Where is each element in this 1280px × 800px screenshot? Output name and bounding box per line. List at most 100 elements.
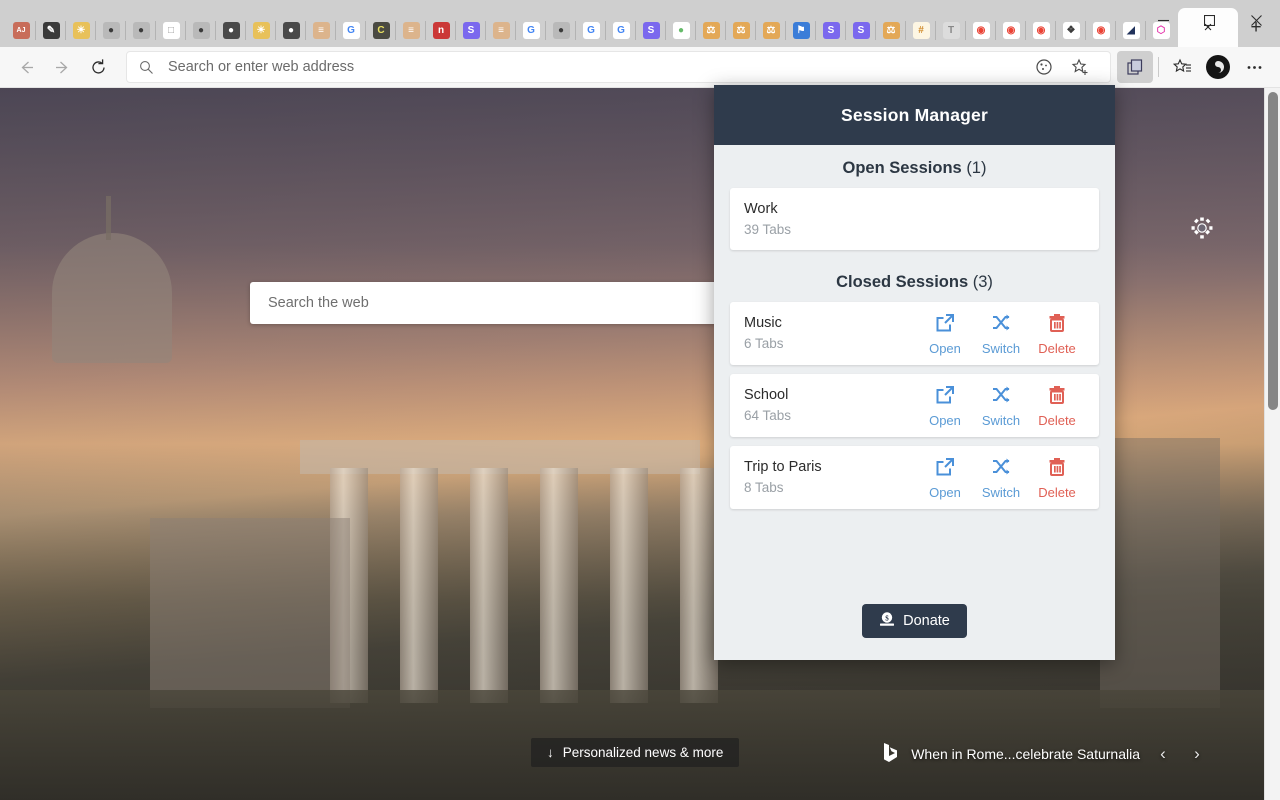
tab-26[interactable]: ⚑ — [786, 14, 816, 47]
npm-icon: n — [432, 22, 450, 39]
tab-0[interactable]: AJ — [6, 14, 36, 47]
session-info: Trip to Paris 8 Tabs — [744, 457, 917, 498]
trash-icon — [1046, 312, 1068, 339]
tab-29[interactable]: ⚖ — [876, 14, 906, 47]
tab-18[interactable]: ● — [546, 14, 576, 47]
github-icon: ● — [132, 22, 150, 39]
tab-12[interactable]: C — [366, 14, 396, 47]
switch-action-label: Switch — [981, 413, 1021, 428]
hash-icon: # — [912, 22, 930, 39]
tab-2[interactable]: ☀ — [66, 14, 96, 47]
avatar — [1206, 55, 1230, 79]
closed-sessions-list: Music 6 Tabs Open Switch Delete School 64 Tabs… — [730, 302, 1099, 509]
session-info: Music 6 Tabs — [744, 313, 917, 354]
next-image-button[interactable]: › — [1186, 741, 1208, 767]
column-shape — [680, 468, 718, 703]
tab-10[interactable]: ≡ — [306, 14, 336, 47]
ghost-icon: ● — [222, 22, 240, 39]
tab-19[interactable]: G — [576, 14, 606, 47]
session-tab-count: 64 Tabs — [744, 408, 792, 424]
google-icon: G — [612, 22, 630, 39]
tab-4[interactable]: ● — [126, 14, 156, 47]
switch-action[interactable]: Switch — [973, 312, 1029, 355]
tab-9[interactable]: ● — [276, 14, 306, 47]
tab-23[interactable]: ⚖ — [696, 14, 726, 47]
tab-14[interactable]: n — [426, 14, 456, 47]
tab-20[interactable]: G — [606, 14, 636, 47]
tab-7[interactable]: ● — [216, 14, 246, 47]
tab-22[interactable]: ● — [666, 14, 696, 47]
donate-button[interactable]: $ Donate — [862, 604, 967, 638]
tab-16[interactable]: ≡ — [486, 14, 516, 47]
session-card[interactable]: Trip to Paris 8 Tabs Open Switch Delete — [730, 446, 1099, 509]
delete-action[interactable]: Delete — [1029, 456, 1085, 499]
prev-image-button[interactable]: ‹ — [1152, 741, 1174, 767]
profile-button[interactable] — [1200, 51, 1236, 83]
delete-action[interactable]: Delete — [1029, 312, 1085, 355]
tab-36[interactable]: ◉ — [1086, 14, 1116, 47]
tab-11[interactable]: G — [336, 14, 366, 47]
dome-shape — [52, 233, 172, 363]
tab-13[interactable]: ≡ — [396, 14, 426, 47]
gear-icon[interactable] — [1186, 212, 1218, 244]
session-card[interactable]: School 64 Tabs Open Switch Delete — [730, 374, 1099, 437]
back-button[interactable] — [8, 51, 44, 83]
session-manager-panel: Session Manager Open Sessions (1) Work 39… — [714, 85, 1115, 660]
tab-34[interactable]: ◉ — [1026, 14, 1056, 47]
personalized-news-button[interactable]: ↓ Personalized news & more — [531, 738, 740, 767]
open-action[interactable]: Open — [917, 312, 973, 355]
lock-sun-icon: ☀ — [72, 22, 90, 39]
minimize-button[interactable] — [1140, 0, 1186, 40]
tab-17[interactable]: G — [516, 14, 546, 47]
tab-3[interactable]: ● — [96, 14, 126, 47]
tab-28[interactable]: S — [846, 14, 876, 47]
tab-8[interactable]: ☀ — [246, 14, 276, 47]
tab-21[interactable]: S — [636, 14, 666, 47]
session-manager-extension-button[interactable] — [1117, 51, 1153, 83]
tab-5[interactable]: □ — [156, 14, 186, 47]
switch-action-label: Switch — [981, 341, 1021, 356]
settings-and-more-button[interactable] — [1236, 51, 1272, 83]
scrollbar-thumb[interactable] — [1268, 92, 1278, 410]
switch-action[interactable]: Switch — [973, 384, 1029, 427]
tab-32[interactable]: ◉ — [966, 14, 996, 47]
title-bar: AJ ✎ ☀ ● ● □ ● ● ☀ ● ≡ G C ≡ n S ≡ G ● G G S ● ⚖ ⚖ ⚖ ⚑ S S ⚖ # T ◉ ◉ ◉ ❖ ◉ ◢ ⬡… — [0, 0, 1280, 47]
tab-35[interactable]: ❖ — [1056, 14, 1086, 47]
tab-27[interactable]: S — [816, 14, 846, 47]
tab-6[interactable]: ● — [186, 14, 216, 47]
spire-shape — [106, 196, 111, 240]
tracking-prevention-icon[interactable] — [1026, 51, 1062, 83]
tab-1[interactable]: ✎ — [36, 14, 66, 47]
tab-33[interactable]: ◉ — [996, 14, 1026, 47]
page-scrollbar[interactable] — [1264, 88, 1280, 800]
maximize-button[interactable] — [1186, 0, 1232, 40]
open-action[interactable]: Open — [917, 456, 973, 499]
tab-31[interactable]: T — [936, 14, 966, 47]
tab-25[interactable]: ⚖ — [756, 14, 786, 47]
switch-action[interactable]: Switch — [973, 456, 1029, 499]
column-shape — [610, 468, 648, 703]
forward-button[interactable] — [44, 51, 80, 83]
column-shape — [540, 468, 578, 703]
panel-footer: $ Donate — [714, 582, 1115, 660]
trash-icon — [1046, 384, 1068, 411]
refresh-button[interactable] — [80, 51, 116, 83]
tab-15[interactable]: S — [456, 14, 486, 47]
lock-sun-icon: ☀ — [252, 22, 270, 39]
chrome-icon: ◉ — [972, 22, 990, 39]
tab-30[interactable]: # — [906, 14, 936, 47]
favorites-button[interactable] — [1164, 51, 1200, 83]
shuffle-icon — [990, 312, 1012, 339]
address-bar[interactable]: Search or enter web address — [126, 51, 1111, 83]
trash-icon — [1046, 456, 1068, 483]
delete-action[interactable]: Delete — [1029, 384, 1085, 427]
add-favorite-icon[interactable] — [1062, 51, 1098, 83]
external-link-icon — [934, 312, 956, 339]
session-card[interactable]: Music 6 Tabs Open Switch Delete — [730, 302, 1099, 365]
open-action[interactable]: Open — [917, 384, 973, 427]
google-icon: G — [582, 22, 600, 39]
tab-24[interactable]: ⚖ — [726, 14, 756, 47]
close-window-button[interactable] — [1232, 0, 1280, 40]
switch-action-label: Switch — [981, 485, 1021, 500]
session-card[interactable]: Work 39 Tabs — [730, 188, 1099, 250]
